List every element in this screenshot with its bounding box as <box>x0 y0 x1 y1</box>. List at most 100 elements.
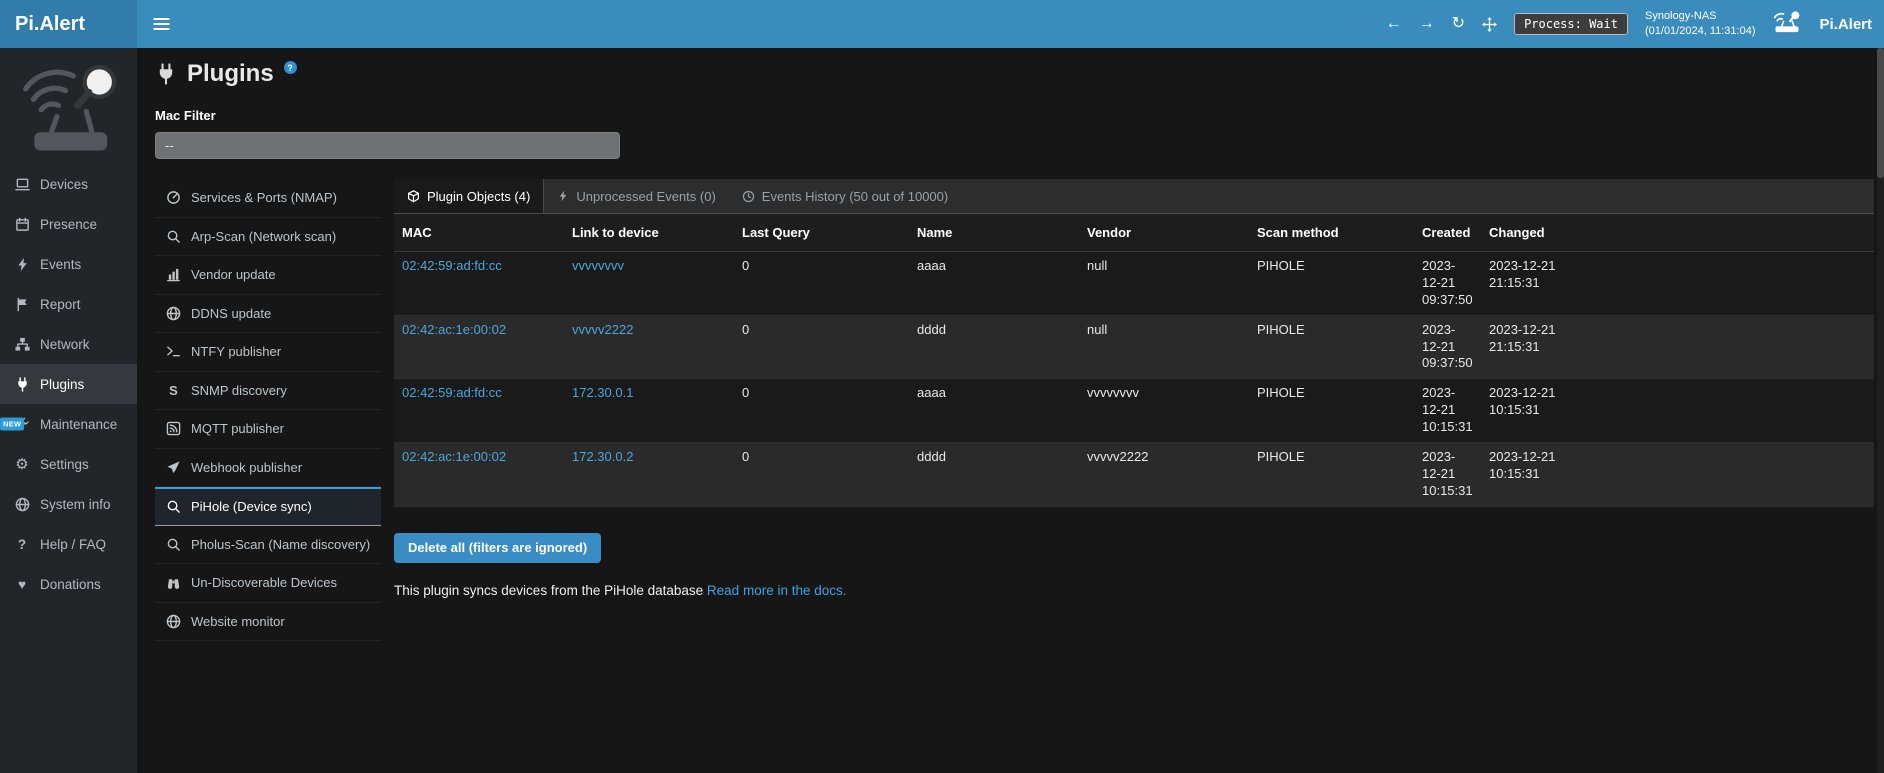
sidebar-item-donations[interactable]: ♥ Donations <box>0 564 137 604</box>
tab-unprocessed-events[interactable]: Unprocessed Events (0) <box>544 179 728 213</box>
new-badge: NEW <box>0 418 24 431</box>
sidebar-item-maintenance[interactable]: NEW Maintenance <box>0 404 137 444</box>
delete-all-button[interactable]: Delete all (filters are ignored) <box>394 533 601 563</box>
plugin-content: Plugin Objects (4) Unprocessed Events (0… <box>394 179 1874 598</box>
sidebar-item-settings[interactable]: ⚙ Settings <box>0 444 137 484</box>
plug-icon <box>155 63 177 85</box>
tab-events-history[interactable]: Events History (50 out of 10000) <box>729 179 961 213</box>
sidebar-item-label: System info <box>40 497 111 512</box>
sidebar-item-label: Devices <box>40 177 88 192</box>
sidebar-item-label: Maintenance <box>40 417 117 432</box>
gear-icon: ⚙ <box>13 455 31 473</box>
sidebar-item-label: Settings <box>40 457 89 472</box>
cell-name: dddd <box>909 443 1079 507</box>
mac-link[interactable]: 02:42:ac:1e:00:02 <box>402 322 506 337</box>
mac-link[interactable]: 02:42:ac:1e:00:02 <box>402 449 506 464</box>
sidebar-item-help-faq[interactable]: ? Help / FAQ <box>0 524 137 564</box>
plugin-nav-item-snmp[interactable]: S SNMP discovery <box>155 372 381 411</box>
sidebar-item-events[interactable]: Events <box>0 244 137 284</box>
move-icon[interactable] <box>1482 17 1497 32</box>
forward-icon[interactable]: → <box>1419 16 1435 32</box>
topbar-app-name: Pi.Alert <box>1819 16 1872 33</box>
calendar-icon <box>13 217 31 232</box>
sidebar-item-label: Help / FAQ <box>40 537 106 552</box>
device-link[interactable]: 172.30.0.1 <box>572 385 633 400</box>
col-header-created[interactable]: Created <box>1414 214 1481 252</box>
cell-link-to-device: 172.30.0.1 <box>564 379 734 443</box>
cell-last-query: 0 <box>734 443 909 507</box>
plugin-nav-item-website-monitor[interactable]: Website monitor <box>155 603 381 642</box>
col-header-vendor[interactable]: Vendor <box>1079 214 1249 252</box>
plugin-nav-item-nmap[interactable]: Services & Ports (NMAP) <box>155 179 381 218</box>
bar-chart-icon <box>165 267 182 282</box>
plug-icon <box>13 377 31 392</box>
mac-link[interactable]: 02:42:59:ad:fd:cc <box>402 258 502 273</box>
cell-link-to-device: vvvvvvvv <box>564 252 734 316</box>
col-header-scan-method[interactable]: Scan method <box>1249 214 1414 252</box>
plugin-nav-label: PiHole (Device sync) <box>191 499 312 514</box>
cell-vendor: null <box>1079 315 1249 379</box>
cell-vendor: vvvvvvvv <box>1079 379 1249 443</box>
topbar-right: ← → ↻ Process: Wait Synology-NAS (01/01/… <box>1386 0 1884 48</box>
sidebar-item-network[interactable]: Network <box>0 324 137 364</box>
brand-logo[interactable]: Pi.Alert <box>0 0 137 48</box>
col-header-link[interactable]: Link to device <box>564 214 734 252</box>
plugin-nav-label: Pholus-Scan (Name discovery) <box>191 537 370 552</box>
plugin-nav-label: Website monitor <box>191 614 285 629</box>
back-icon[interactable]: ← <box>1386 16 1402 32</box>
pialert-logo <box>0 48 137 164</box>
host-info: Synology-NAS (01/01/2024, 11:31:04) <box>1645 9 1756 40</box>
devices-icon <box>13 177 31 192</box>
process-status-badge: Process: Wait <box>1514 13 1628 35</box>
plugin-nav-label: Services & Ports (NMAP) <box>191 190 337 205</box>
plugin-nav-item-pihole[interactable]: PiHole (Device sync) <box>155 487 381 526</box>
sidebar-item-label: Donations <box>40 577 101 592</box>
refresh-icon[interactable]: ↻ <box>1452 16 1465 32</box>
cell-name: aaaa <box>909 379 1079 443</box>
col-header-mac[interactable]: MAC <box>394 214 564 252</box>
mac-filter-label: Mac Filter <box>155 108 1874 123</box>
plugin-nav-item-mqtt[interactable]: MQTT publisher <box>155 410 381 449</box>
cell-created: 2023-12-21 10:15:31 <box>1414 443 1481 507</box>
docs-link[interactable]: Read more in the docs. <box>707 583 847 598</box>
col-header-last-query[interactable]: Last Query <box>734 214 909 252</box>
device-link[interactable]: 172.30.0.2 <box>572 449 633 464</box>
plugin-nav-label: Un-Discoverable Devices <box>191 575 337 590</box>
cell-mac: 02:42:ac:1e:00:02 <box>394 315 564 379</box>
mac-filter-input[interactable] <box>155 132 620 159</box>
plugin-nav-item-webhook[interactable]: Webhook publisher <box>155 449 381 488</box>
table-row: 02:42:ac:1e:00:02 172.30.0.2 0 dddd vvvv… <box>394 443 1874 507</box>
cell-last-query: 0 <box>734 315 909 379</box>
device-link[interactable]: vvvvv2222 <box>572 322 633 337</box>
plugin-nav-item-ntfy[interactable]: NTFY publisher <box>155 333 381 372</box>
hamburger-menu-icon[interactable] <box>137 0 185 48</box>
tab-plugin-objects[interactable]: Plugin Objects (4) <box>394 179 544 213</box>
plugin-nav-item-ddns-update[interactable]: DDNS update <box>155 295 381 334</box>
cell-changed: 2023-12-21 21:15:31 <box>1481 252 1874 316</box>
plugin-nav-item-arp-scan[interactable]: Arp-Scan (Network scan) <box>155 218 381 257</box>
scrollbar-thumb[interactable] <box>1877 48 1884 178</box>
plugin-nav-item-pholus-scan[interactable]: Pholus-Scan (Name discovery) <box>155 526 381 565</box>
vertical-scrollbar[interactable] <box>1877 48 1884 773</box>
mac-link[interactable]: 02:42:59:ad:fd:cc <box>402 385 502 400</box>
col-header-changed[interactable]: Changed <box>1481 214 1874 252</box>
sidebar-item-report[interactable]: Report <box>0 284 137 324</box>
cell-created: 2023-12-21 09:37:50 <box>1414 315 1481 379</box>
plugin-nav-item-vendor-update[interactable]: Vendor update <box>155 256 381 295</box>
table-row: 02:42:ac:1e:00:02 vvvvv2222 0 dddd null … <box>394 315 1874 379</box>
tab-label: Unprocessed Events (0) <box>576 189 715 204</box>
sidebar-item-devices[interactable]: Devices <box>0 164 137 204</box>
sidebar-item-plugins[interactable]: Plugins <box>0 364 137 404</box>
sidebar-item-presence[interactable]: Presence <box>0 204 137 244</box>
bolt-icon <box>557 190 569 202</box>
device-link[interactable]: vvvvvvvv <box>572 258 624 273</box>
cell-vendor: vvvvv2222 <box>1079 443 1249 507</box>
sidebar-item-label: Presence <box>40 217 97 232</box>
cell-name: aaaa <box>909 252 1079 316</box>
col-header-name[interactable]: Name <box>909 214 1079 252</box>
plugin-nav-item-undiscoverable[interactable]: Un-Discoverable Devices <box>155 564 381 603</box>
help-badge[interactable]: ? <box>284 61 297 74</box>
sidebar-item-label: Events <box>40 257 81 272</box>
sidebar-item-system-info[interactable]: System info <box>0 484 137 524</box>
search-icon <box>165 537 182 552</box>
